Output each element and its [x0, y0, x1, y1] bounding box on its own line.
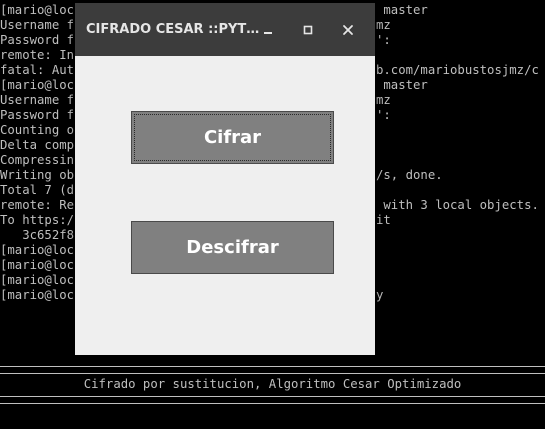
maximize-button[interactable]	[295, 17, 321, 43]
terminal-line: remote: In	[0, 48, 75, 62]
terminal-line: 3c652f8	[0, 228, 75, 242]
terminal-banner: Cifrado por sustitucion, Algoritmo Cesar…	[83, 377, 462, 391]
terminal-line-fragment: y	[376, 288, 384, 302]
terminal-line: [mario@loc	[0, 258, 75, 272]
terminal-line-fragment: /s, done.	[376, 168, 443, 182]
terminal-line-fragment: ':	[376, 108, 391, 122]
terminal-line: [mario@loc	[0, 78, 75, 92]
cifrar-button[interactable]: Cifrar	[131, 111, 334, 164]
terminal-line: [mario@loc	[0, 3, 75, 17]
banner-top-rule	[0, 366, 545, 374]
terminal-line: Username f	[0, 93, 75, 107]
banner-bottom-rule	[0, 396, 545, 404]
terminal-line: To https:/	[0, 213, 75, 227]
terminal-line: fatal: Aut	[0, 63, 75, 77]
terminal-line: Password f	[0, 33, 75, 47]
descifrar-button[interactable]: Descifrar	[131, 221, 334, 274]
window-titlebar[interactable]: CIFRADO CESAR ::PYTHON::	[75, 3, 375, 56]
close-icon	[343, 25, 353, 35]
app-window: CIFRADO CESAR ::PYTHON:: Cifrar Descifra…	[75, 3, 375, 355]
terminal-line-fragment: with 3 local objects.	[376, 198, 539, 212]
terminal-line: Username f	[0, 18, 75, 32]
terminal-line-fragment: master	[376, 78, 428, 92]
terminal-line: Total 7 (d	[0, 183, 75, 197]
terminal-line: [mario@loc	[0, 243, 75, 257]
terminal-line-fragment: mz	[376, 93, 391, 107]
terminal-line: Password f	[0, 108, 75, 122]
terminal-line-fragment: it	[376, 213, 391, 227]
terminal-line: remote: Re	[0, 198, 75, 212]
terminal-line-fragment: mz	[376, 18, 391, 32]
window-title: CIFRADO CESAR ::PYTHON::	[86, 22, 261, 37]
terminal-line-fragment: master	[376, 3, 428, 17]
close-button[interactable]	[335, 17, 361, 43]
terminal-line: [mario@loc	[0, 273, 75, 287]
terminal-line: Writing ob	[0, 168, 75, 182]
terminal-line: Compressin	[0, 153, 75, 167]
minimize-icon	[264, 32, 272, 34]
terminal-line-fragment: ':	[376, 33, 391, 47]
terminal-line: Counting o	[0, 123, 75, 137]
maximize-icon	[303, 25, 313, 35]
terminal-line: [mario@loc	[0, 288, 75, 302]
minimize-button[interactable]	[255, 17, 281, 43]
terminal-line-fragment: b.com/mariobustosjmz/c	[376, 63, 539, 77]
terminal-line: Delta comp	[0, 138, 75, 152]
